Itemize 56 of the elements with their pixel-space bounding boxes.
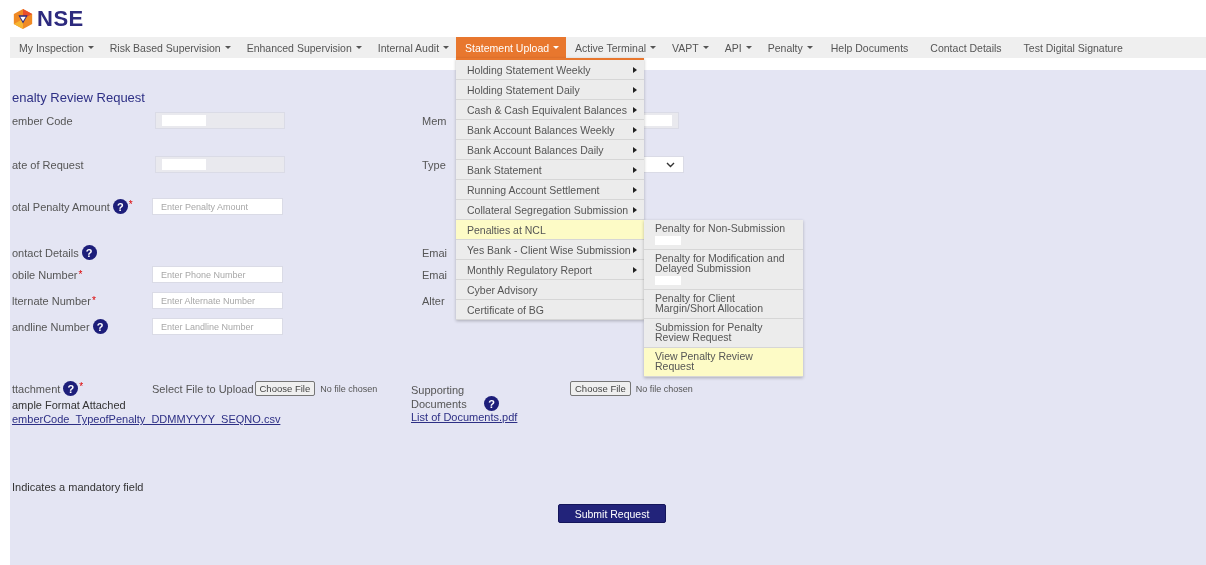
menu-item[interactable]: Holding Statement Weekly — [456, 60, 644, 80]
field-label: ontact Details — [12, 246, 79, 259]
nav-item[interactable]: Enhanced Supervision — [237, 37, 369, 58]
help-icon[interactable]: ? — [484, 396, 499, 411]
field-label: Alter — [422, 294, 445, 307]
field-label: ttachment — [12, 382, 61, 395]
choose-file-button[interactable]: Choose File — [254, 381, 316, 396]
sample-file-link[interactable]: emberCode_TypeofPenalty_DDMMYYYY_SEQNO.csv — [12, 413, 281, 425]
documents-link[interactable]: List of Documents.pdf — [411, 411, 518, 423]
nav-item[interactable]: Active Terminal — [566, 37, 664, 58]
input-field[interactable]: Enter Landline Number — [152, 318, 283, 335]
menu-item[interactable]: Penalties at NCL — [456, 220, 644, 240]
field-label: Supporting Documents — [411, 383, 468, 411]
nav-item[interactable]: Penalty — [758, 37, 820, 58]
submenu-item[interactable]: View Penalty Review Request — [644, 347, 803, 377]
required-mark: * — [78, 268, 83, 280]
sample-format-label: ample Format Attached — [12, 399, 126, 411]
nav-item[interactable]: Contact Details — [919, 37, 1013, 58]
file-status: No file chosen — [320, 383, 378, 394]
help-icon[interactable]: ? — [112, 199, 128, 214]
choose-file-button[interactable]: Choose File — [570, 381, 631, 396]
submit-button[interactable]: Submit Request — [558, 504, 666, 523]
required-mark: * — [91, 294, 96, 306]
input-field[interactable]: Enter Alternate Number — [152, 292, 283, 309]
required-mark: * — [128, 199, 133, 210]
input-field[interactable]: Enter Phone Number — [152, 266, 283, 283]
field-label: otal Penalty Amount — [12, 200, 110, 213]
field-label: Emai — [422, 268, 448, 281]
field-label: obile Number — [12, 268, 78, 281]
field-label: ember Code — [12, 114, 73, 127]
field-label: Mem — [422, 114, 447, 127]
mandatory-note: Indicates a mandatory field — [12, 481, 144, 493]
field-label: lternate Number — [12, 294, 91, 307]
field-label: Type — [422, 158, 446, 171]
nav-item[interactable]: Help Documents — [819, 37, 920, 58]
field-label: ate of Request — [12, 158, 84, 171]
logo-text: NSE — [37, 5, 84, 32]
nav-item[interactable]: Test Digital Signature — [1012, 37, 1134, 58]
help-icon[interactable]: ? — [81, 245, 97, 260]
page-title: enalty Review Request — [12, 90, 145, 107]
nav-item[interactable]: My Inspection — [10, 37, 101, 58]
field-label: andline Number — [12, 320, 90, 333]
required-mark: * — [79, 381, 84, 392]
upload-label: Select File to Upload — [152, 382, 254, 395]
nav-item[interactable]: VAPT — [663, 37, 716, 58]
input-field[interactable]: Enter Penalty Amount — [152, 198, 283, 215]
nav-item[interactable]: Internal Audit — [368, 37, 457, 58]
chevron-down-icon — [666, 161, 675, 168]
submenu-item[interactable]: Penalty for Modification and Delayed Submission — [644, 249, 803, 290]
nav-item[interactable]: Risk Based Supervision — [100, 37, 238, 58]
logo-icon — [12, 7, 34, 30]
help-icon[interactable]: ? — [92, 319, 108, 334]
help-icon[interactable]: ? — [63, 381, 79, 396]
nav-item[interactable]: API — [715, 37, 759, 58]
field-label: Emai — [422, 246, 448, 259]
file-status: No file chosen — [635, 383, 693, 394]
